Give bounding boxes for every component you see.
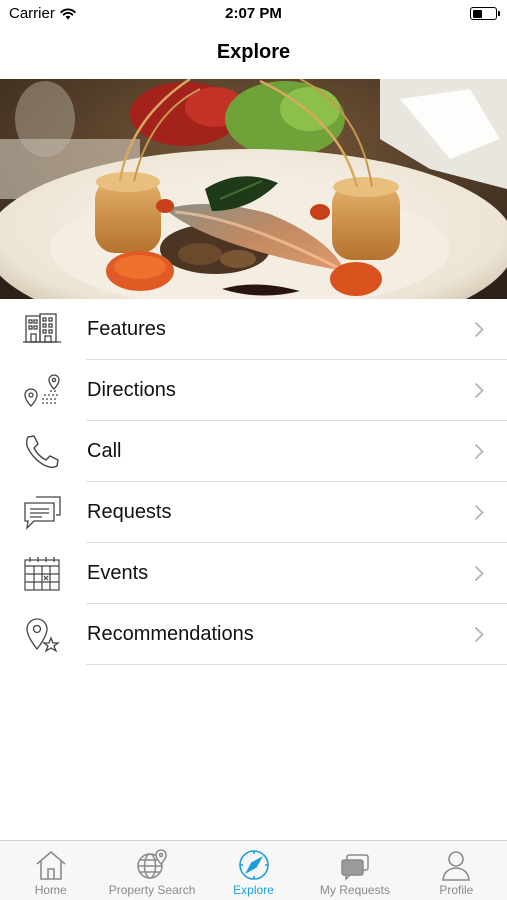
menu-item-events[interactable]: Events [0,543,507,604]
tab-label-my-requests: My Requests [319,883,390,897]
menu-item-directions[interactable]: Directions [0,360,507,421]
tab-bar: Home Property Search Explore My Requests [0,840,507,900]
menu-label-directions: Directions [87,379,176,401]
tab-explore[interactable]: Explore [203,841,304,900]
tab-label-home: Home [34,883,67,897]
tab-property-search[interactable]: Property Search [101,841,202,900]
menu-label-events: Events [87,562,149,584]
explore-menu: Features Directions Call Requests Events… [0,299,507,665]
chevron-right-icon [474,443,484,460]
building-icon [23,313,61,343]
tab-label-property-search: Property Search [108,883,196,897]
chevron-right-icon [474,565,484,582]
route-pin-icon [24,374,60,407]
menu-label-features: Features [87,318,166,340]
status-time: 2:07 PM [225,5,282,22]
menu-item-call[interactable]: Call [0,421,507,482]
chat-bubbles-icon [24,496,61,530]
menu-label-requests: Requests [87,501,172,523]
battery-level [472,9,482,18]
home-icon [36,850,66,880]
tab-label-explore: Explore [233,883,274,897]
navigation-bar: Explore [0,28,507,78]
chevron-right-icon [474,382,484,399]
globe-pin-icon [137,849,167,879]
menu-item-features[interactable]: Features [0,299,507,360]
compass-icon [238,850,269,880]
chevron-right-icon [474,626,484,643]
calendar-icon [24,557,60,591]
page-title: Explore [216,41,291,63]
tab-home[interactable]: Home [0,841,101,900]
menu-label-recommendations: Recommendations [87,623,254,645]
person-icon [442,851,471,881]
plated-fish-dish-photo [0,79,507,299]
tab-my-requests[interactable]: My Requests [304,841,405,900]
cards-icon [341,854,369,881]
menu-label-call: Call [87,440,122,462]
hero-image [0,79,507,299]
menu-item-requests[interactable]: Requests [0,482,507,543]
status-bar: Carrier 2:07 PM [0,0,507,28]
battery-icon [470,7,500,20]
tab-label-profile: Profile [439,883,474,897]
menu-item-recommendations[interactable]: Recommendations [0,604,507,665]
pin-star-icon [26,618,60,653]
chevron-right-icon [474,321,484,338]
phone-icon [25,435,59,468]
tab-profile[interactable]: Profile [406,841,507,900]
chevron-right-icon [474,504,484,521]
